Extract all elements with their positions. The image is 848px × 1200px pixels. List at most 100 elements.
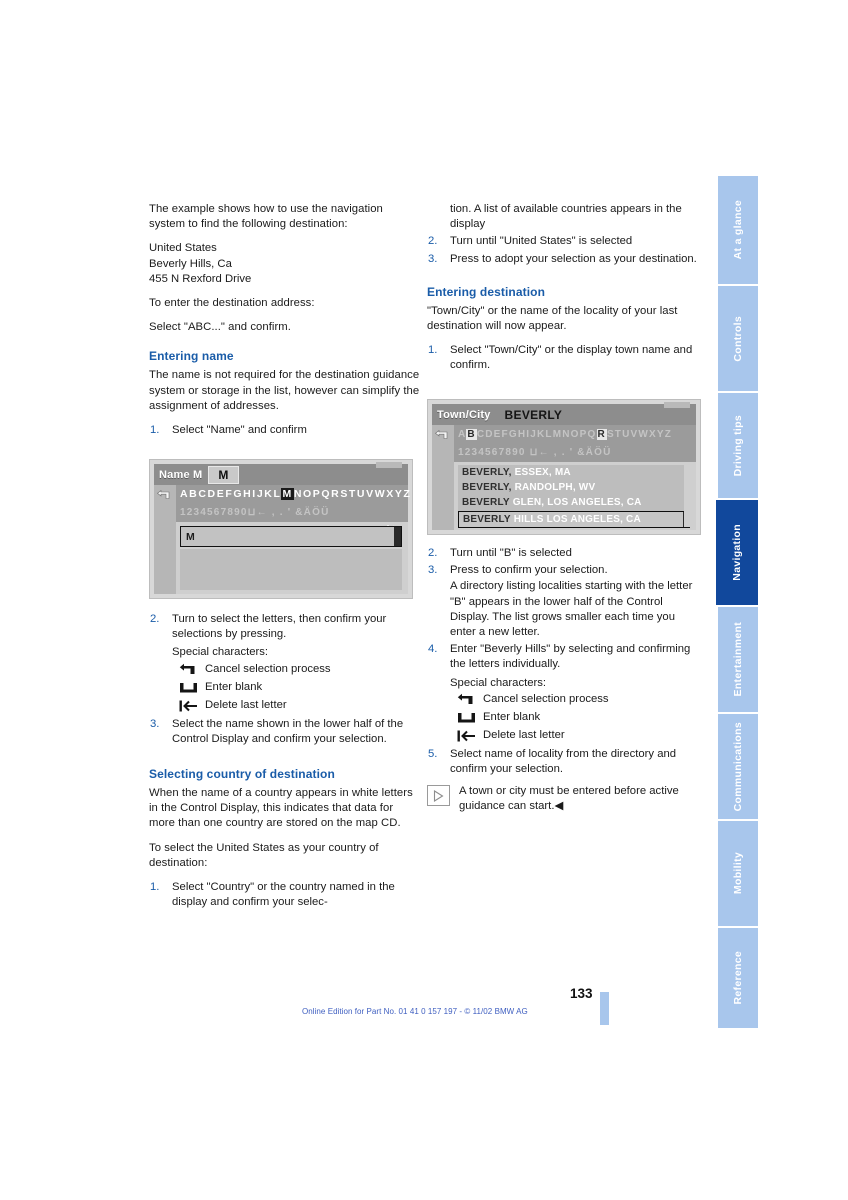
country-continuation-text: tion. A list of available countries appe… xyxy=(450,203,682,231)
result-rest: HILLS LOS ANGELES, CA xyxy=(513,514,641,525)
step-text: Select the name shown in the lower half … xyxy=(172,717,404,745)
result-bold: BEVERLY xyxy=(462,497,510,508)
tab-driving-tips[interactable]: Driving tips xyxy=(718,393,758,500)
manual-page: The example shows how to use the navigat… xyxy=(0,0,848,1200)
step-number: 5. xyxy=(428,747,438,760)
list-item[interactable]: BEVERLY, ESSEX, MA xyxy=(458,465,690,480)
cancel-arrow-icon xyxy=(179,663,205,676)
control-display-screenshot-towncity: Town/City BEVERLY A B CDEFGHIJKLMNOPQ R STUV… xyxy=(427,399,701,535)
display-inner: Name M M ABCDEFGHIJKL M NOPQRSTUVWXYZ 1234… xyxy=(154,464,410,594)
special-char-blank: Enter blank xyxy=(427,710,699,726)
result-bold: BEVERLY xyxy=(463,514,511,525)
step-number: 2. xyxy=(428,547,438,559)
step-text: Turn until "B" is selected xyxy=(450,547,572,559)
heading-entering-destination: Entering destination xyxy=(427,284,546,299)
result-bold: BEVERLY, xyxy=(462,467,512,478)
tab-entertainment[interactable]: Entertainment xyxy=(718,607,758,714)
step-country-1: 1. Select "Country" or the country named… xyxy=(149,880,421,910)
alphabet-selected-letter: M xyxy=(281,488,294,500)
name-input-field[interactable]: M xyxy=(180,526,402,547)
special-char-blank: Enter blank xyxy=(149,680,421,696)
alphabet-row: ABCDEFGHIJKLMNOPQRSTUVWXYZ xyxy=(176,485,410,503)
step-text: Press to confirm your selection. xyxy=(450,564,608,577)
delete-letter-icon xyxy=(179,700,205,712)
list-item-selected[interactable]: BEVERLY HILLS LOS ANGELES, CA xyxy=(458,511,690,528)
tab-reference[interactable]: Reference xyxy=(718,928,758,1028)
selecting-country-body-2: To select the United States as your coun… xyxy=(149,841,379,869)
delete-letter-icon xyxy=(457,730,483,742)
alphabet-after-2: STUVWXYZ xyxy=(606,428,673,440)
step-text: Press to adopt your selection as your de… xyxy=(450,252,697,265)
result-bold: BEVERLY, xyxy=(462,482,512,493)
step-country-3: 3. Press to adopt your selection as your… xyxy=(427,252,699,267)
step-number: 1. xyxy=(150,881,160,894)
step-destination-2: 2. Turn until "B" is selected xyxy=(427,546,699,561)
step-country-2: 2. Turn until "United States" is selecte… xyxy=(427,234,699,249)
numbers-row: 1234567890 ⊔← , . ' &ÄÖÜ xyxy=(458,446,612,458)
right-column-lower: 2. Turn until "B" is selected 3. Press t… xyxy=(427,546,699,815)
selecting-country-body-1: When the name of a country appears in wh… xyxy=(149,787,413,830)
step-number: 1. xyxy=(150,424,160,437)
left-column-lower: 2. Turn to select the letters, then conf… xyxy=(149,612,421,912)
display-corner-marker xyxy=(664,402,690,408)
tab-controls[interactable]: Controls xyxy=(718,286,758,393)
tab-label: Driving tips xyxy=(732,414,744,477)
scrollbar[interactable] xyxy=(684,465,690,527)
special-char-label: Cancel selection process xyxy=(483,693,609,706)
display-side-column xyxy=(154,485,176,594)
display-title-label: Town/City xyxy=(437,408,491,421)
special-char-label: Cancel selection process xyxy=(205,663,331,675)
entering-name-body: The name is not required for the destina… xyxy=(149,369,420,412)
tab-label: Reference xyxy=(732,951,744,1005)
input-caret xyxy=(394,527,401,546)
address-line-2: Beverly Hills, Ca xyxy=(149,257,232,270)
display-title-bar: Town/City BEVERLY xyxy=(432,404,696,425)
name-input-value: M xyxy=(186,530,195,543)
special-char-label: Delete last letter xyxy=(483,729,565,742)
cancel-arrow-icon xyxy=(457,693,483,706)
display-title-label: Name M xyxy=(159,468,203,481)
heading-selecting-country: Selecting country of destination xyxy=(149,767,335,782)
step-name-3: 3. Select the name shown in the lower ha… xyxy=(149,717,421,747)
numbers-row: 1234567890⊔← , . ' &ÄÖÜ xyxy=(180,506,330,518)
special-char-label: Enter blank xyxy=(205,681,263,693)
left-column: The example shows how to use the navigat… xyxy=(149,202,421,440)
tab-label: Entertainment xyxy=(732,622,744,697)
list-item[interactable]: BEVERLY GLEN, LOS ANGELES, CA xyxy=(458,495,690,510)
special-char-label: Delete last letter xyxy=(205,699,287,711)
tab-at-a-glance[interactable]: At a glance xyxy=(718,176,758,286)
heading-entering-name: Entering name xyxy=(149,349,234,364)
display-keyboard: A B CDEFGHIJKLMNOPQ R STUVWXYZ 1234567890 ⊔←… xyxy=(454,425,696,474)
step-destination-5: 5. Select name of locality from the dire… xyxy=(427,747,699,777)
list-item[interactable]: BEVERLY, RANDOLPH, WV xyxy=(458,480,690,495)
display-keyboard: ABCDEFGHIJKL M NOPQRSTUVWXYZ 1234567890⊔← … xyxy=(176,485,410,534)
step-text: Select name of locality from the directo… xyxy=(450,747,677,776)
step-destination-3: 3. Press to confirm your selection. A di… xyxy=(427,563,699,640)
step-text: Enter "Beverly Hills" by selecting and c… xyxy=(450,643,691,671)
step-number: 3. xyxy=(150,717,160,730)
to-enter-address-text: To enter the destination address: xyxy=(149,297,315,310)
locality-results-list[interactable]: BEVERLY, ESSEX, MA BEVERLY, RANDOLPH, WV… xyxy=(458,465,690,528)
page-number: 133 xyxy=(570,986,593,1001)
control-display-screenshot-name: Name M M ABCDEFGHIJKL M NOPQRSTUVWXYZ 1234… xyxy=(149,459,413,599)
step-text: Turn until "United States" is selected xyxy=(450,235,633,248)
step-text: Select "Name" and confirm xyxy=(172,424,307,437)
tab-mobility[interactable]: Mobility xyxy=(718,821,758,928)
alphabet-before: A xyxy=(458,428,467,440)
tab-label: Mobility xyxy=(732,852,744,895)
step-number: 2. xyxy=(428,235,438,248)
note-text: A town or city must be entered before ac… xyxy=(459,785,679,813)
tab-communications[interactable]: Communications xyxy=(718,714,758,821)
step-text: Select "Town/City" or the display town n… xyxy=(450,344,693,372)
chapter-tab-rail: At a glance Controls Driving tips Naviga… xyxy=(716,176,758,1028)
tab-label: Navigation xyxy=(731,524,743,581)
alphabet-before: ABCDEFGHIJKL xyxy=(180,488,282,500)
special-char-cancel: Cancel selection process xyxy=(427,692,699,708)
blank-space-icon xyxy=(179,682,205,694)
tab-label: At a glance xyxy=(732,200,744,260)
address-line-1: United States xyxy=(149,242,217,255)
special-char-cancel: Cancel selection process xyxy=(149,662,421,678)
tab-navigation[interactable]: Navigation xyxy=(716,500,758,607)
right-column: tion. A list of available countries appe… xyxy=(427,202,699,376)
special-char-delete: Delete last letter xyxy=(149,698,421,714)
